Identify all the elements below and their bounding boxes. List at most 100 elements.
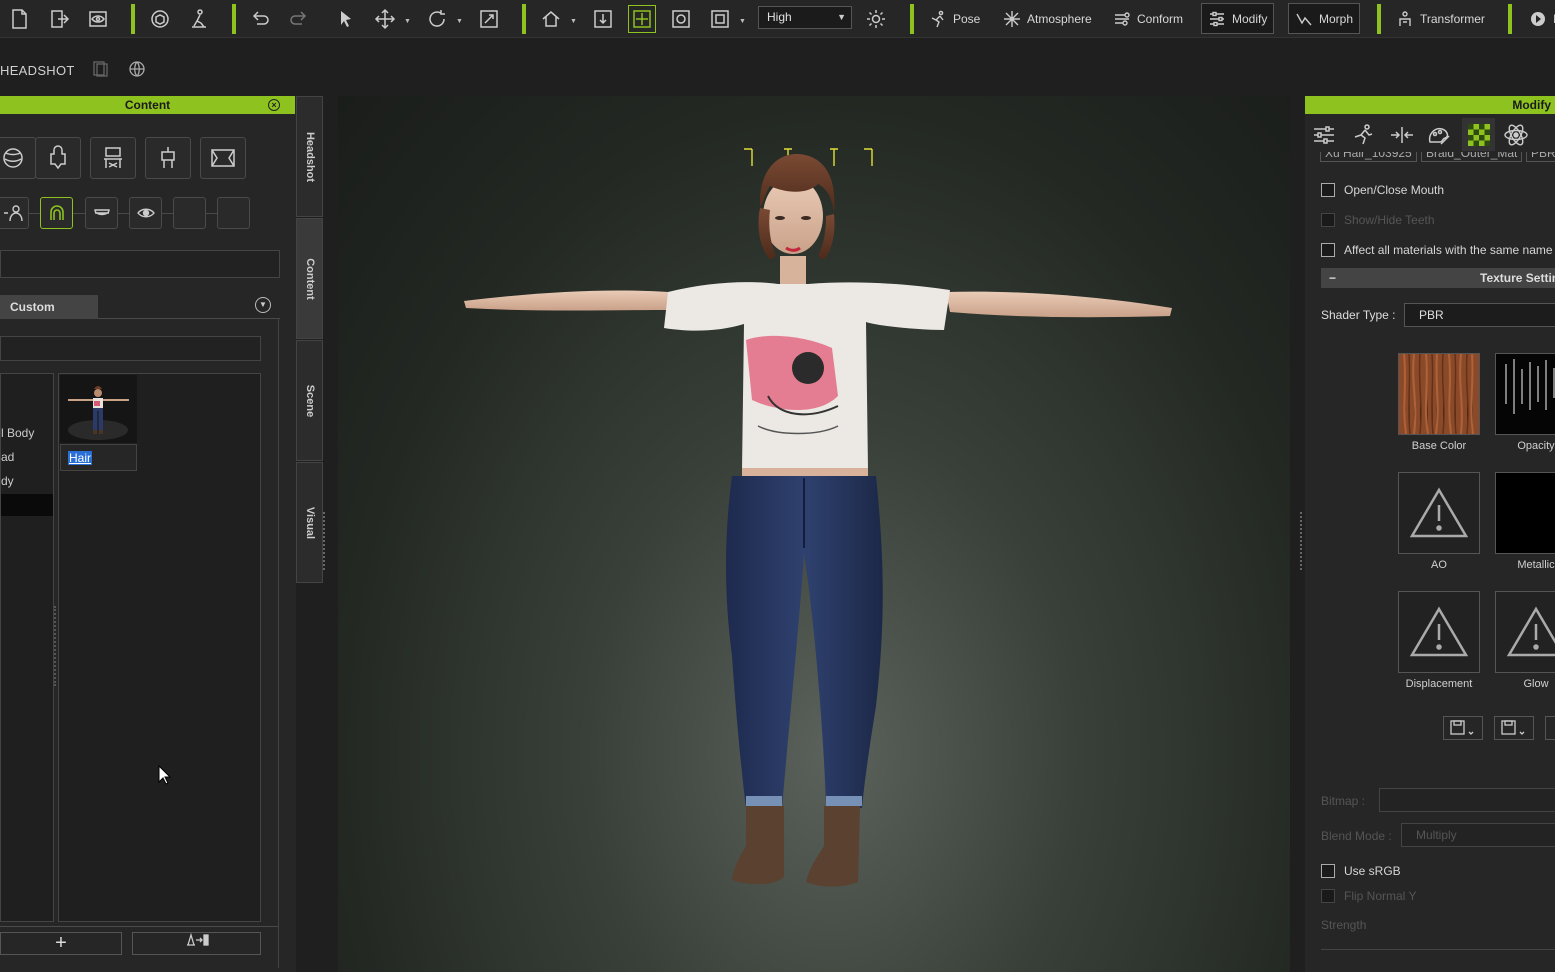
ao-slot[interactable] [1398, 472, 1480, 554]
head-wireframe-icon[interactable] [127, 59, 147, 82]
tree-item-selected[interactable] [1, 494, 53, 516]
tab-headshot[interactable]: Headshot [296, 96, 323, 217]
tab-visual[interactable]: Visual [296, 462, 323, 583]
pose-button[interactable]: Pose [923, 3, 986, 34]
move-dropdown-caret[interactable]: ▼ [404, 18, 411, 25]
select-arrow-icon[interactable] [332, 5, 360, 33]
sub-button-eye[interactable] [129, 197, 162, 229]
sub-button-mouth[interactable] [85, 197, 118, 229]
metallic-slot[interactable] [1495, 472, 1555, 554]
tab-attributes[interactable] [1307, 118, 1340, 151]
tab-custom[interactable]: Custom [0, 295, 98, 319]
new-project-icon[interactable] [5, 5, 33, 33]
transformer-button[interactable]: Transformer [1390, 3, 1491, 34]
tab-content[interactable]: Content [296, 218, 323, 339]
tab-morph[interactable] [1422, 118, 1455, 151]
tab-material[interactable] [1462, 118, 1495, 151]
hair-thumbnail-label[interactable]: Hair [60, 444, 137, 471]
tab-motion[interactable] [1346, 118, 1379, 151]
figure-icon[interactable] [185, 5, 213, 33]
modify-button[interactable]: Modify [1201, 3, 1275, 34]
atmosphere-button[interactable]: Atmosphere [997, 3, 1098, 34]
sub-button-body[interactable] [0, 197, 29, 229]
headshot-copy-icon[interactable] [91, 60, 109, 81]
category-button-material[interactable] [0, 137, 36, 179]
cube-icon[interactable] [146, 5, 174, 33]
save-texture-button[interactable] [1443, 716, 1483, 740]
category-button-pose[interactable] [145, 137, 191, 179]
splitter-handle-left[interactable] [323, 512, 327, 570]
render-quality-select[interactable]: High ▼ [758, 6, 852, 29]
tree-item-head[interactable]: ad [1, 450, 14, 464]
preview-icon[interactable] [84, 5, 112, 33]
open-close-mouth-checkbox[interactable] [1321, 183, 1335, 197]
material-tab-pbr[interactable]: PBR [1526, 152, 1555, 162]
load-texture-button[interactable] [1494, 716, 1534, 740]
apply-content-button[interactable] [132, 932, 261, 955]
material-tab-braid[interactable]: Braid_Outer_Mat [1421, 152, 1523, 162]
tab-scene[interactable]: Scene [296, 340, 323, 461]
blend-mode-label: Blend Mode : [1321, 829, 1392, 843]
save-icon [1501, 720, 1525, 735]
close-icon[interactable]: × [268, 99, 280, 111]
tab-conform[interactable] [1385, 118, 1418, 151]
home-camera-icon[interactable] [537, 5, 565, 33]
fit-view-icon[interactable] [706, 5, 734, 33]
displacement-slot[interactable] [1398, 591, 1480, 673]
splitter-handle-right[interactable] [1300, 512, 1304, 570]
rotate-dropdown-caret[interactable]: ▼ [456, 18, 463, 25]
category-button-character[interactable] [35, 137, 81, 179]
morph-button[interactable]: Morph [1288, 3, 1361, 34]
tab-physics[interactable] [1499, 118, 1532, 151]
drop-to-floor-icon[interactable] [589, 5, 617, 33]
add-content-button[interactable]: + [0, 932, 122, 955]
opacity-slot[interactable] [1495, 353, 1555, 435]
hair-label-text[interactable]: Hair [68, 451, 93, 465]
content-search-input[interactable] [0, 250, 280, 278]
rotate-icon[interactable] [423, 5, 451, 33]
light-icon[interactable] [862, 5, 890, 33]
main-toolbar: ▼ ▼ ▼ ▼ High ▼ Pose Atmosphere Conform M… [0, 0, 1555, 38]
character-render [464, 148, 1172, 887]
texture-settings-header[interactable]: − Texture Settings [1321, 268, 1555, 288]
3d-viewport[interactable] [338, 96, 1290, 972]
category-button-stage[interactable] [200, 137, 246, 179]
use-srgb-option[interactable]: Use sRGB [1321, 864, 1401, 878]
use-srgb-checkbox[interactable] [1321, 864, 1335, 878]
sub-button-hair[interactable] [40, 197, 73, 229]
material-ball-icon [3, 148, 23, 168]
tree-item-full-body[interactable]: l Body [1, 426, 34, 440]
conform-button[interactable]: Conform [1107, 3, 1189, 34]
home-dropdown-caret[interactable]: ▼ [570, 18, 577, 25]
category-button-props[interactable] [90, 137, 136, 179]
hair-thumbnail[interactable] [60, 375, 137, 443]
glow-label: Glow [1523, 678, 1549, 690]
open-close-mouth-option[interactable]: Open/Close Mouth [1321, 183, 1444, 197]
move-icon[interactable] [371, 5, 399, 33]
shader-type-select[interactable]: PBR [1404, 303, 1555, 327]
splitter-handle[interactable] [54, 606, 57, 686]
undo-icon[interactable] [246, 5, 274, 33]
scale-icon[interactable] [475, 5, 503, 33]
material-tab-hair[interactable]: Xu Hair_103925 [1320, 152, 1417, 162]
redo-icon[interactable] [285, 5, 313, 33]
camera-view-icon[interactable] [667, 5, 695, 33]
tree-item-body[interactable]: dy [1, 474, 14, 488]
base-color-slot[interactable] [1398, 353, 1480, 435]
more-texture-button[interactable] [1545, 716, 1555, 740]
sub-button-empty-2[interactable] [217, 197, 250, 229]
chevron-down-icon[interactable]: ▼ [255, 297, 271, 313]
fit-dropdown-caret[interactable]: ▼ [739, 18, 746, 25]
blend-mode-select: Multiply [1401, 823, 1555, 847]
frame-selected-icon[interactable] [628, 5, 656, 33]
collapse-icon[interactable]: − [1329, 268, 1336, 288]
sub-button-empty-1[interactable] [173, 197, 206, 229]
flip-normal-y-label: Flip Normal Y [1344, 889, 1417, 903]
affect-all-materials-checkbox[interactable] [1321, 243, 1335, 257]
content-panel: Content × Custom ▼ l Body ad dy Hair + [0, 96, 296, 972]
import-file-icon[interactable] [45, 5, 73, 33]
affect-all-materials-option[interactable]: Affect all materials with the same name [1321, 243, 1553, 257]
glow-slot[interactable] [1495, 591, 1555, 673]
import-button[interactable]: In [1523, 3, 1555, 34]
content-filter-input[interactable] [0, 336, 261, 361]
